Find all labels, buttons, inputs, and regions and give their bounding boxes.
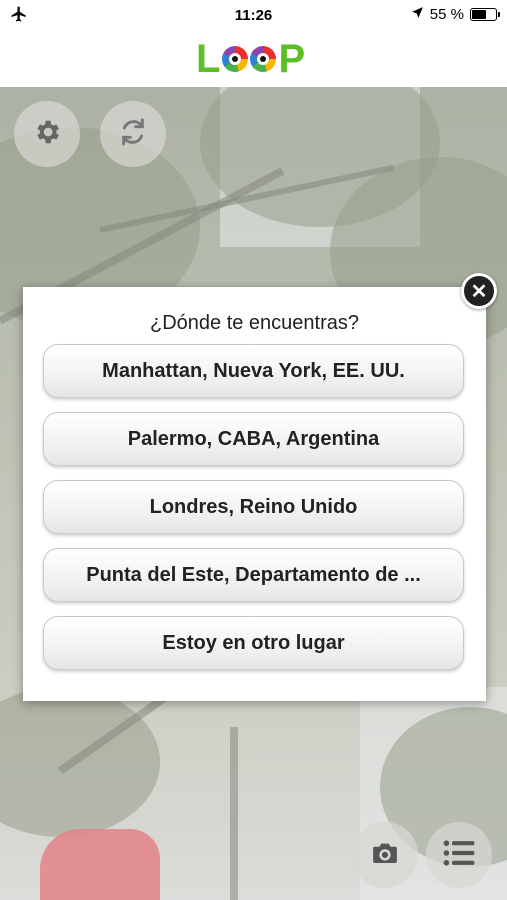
- refresh-button[interactable]: [100, 101, 166, 167]
- list-icon: [442, 839, 476, 872]
- app-header: L P: [0, 30, 507, 87]
- list-button[interactable]: [426, 822, 492, 888]
- option-manhattan[interactable]: Manhattan, Nueva York, EE. UU.: [43, 344, 464, 398]
- logo-eye-right: [250, 46, 277, 72]
- option-palermo[interactable]: Palermo, CABA, Argentina: [43, 412, 464, 466]
- settings-button[interactable]: [14, 101, 80, 167]
- refresh-icon: [117, 116, 149, 153]
- battery-percent: 55 %: [429, 6, 464, 23]
- battery-icon: [470, 8, 500, 21]
- camera-button[interactable]: [352, 822, 418, 888]
- status-bar: 11:26 55 %: [0, 0, 507, 30]
- close-icon: ✕: [470, 280, 488, 303]
- status-right-group: 55 %: [411, 6, 500, 23]
- location-arrow-icon: [411, 6, 424, 23]
- loop-logo: L P: [196, 38, 312, 80]
- dialog-title: ¿Dónde te encuentras?: [149, 312, 360, 334]
- battery-fill: [472, 10, 486, 19]
- location-dialog: ¿Dónde te encuentras? Manhattan, Nueva Y…: [23, 287, 486, 701]
- close-dialog-button[interactable]: ✕: [461, 273, 497, 309]
- option-londres[interactable]: Londres, Reino Unido: [43, 480, 464, 534]
- logo-letter-p: P: [278, 37, 306, 81]
- gear-icon: [32, 117, 62, 152]
- logo-eye-left: [222, 46, 249, 72]
- logo-letter-l: L: [196, 37, 221, 81]
- option-punta-del-este[interactable]: Punta del Este, Departamento de ...: [43, 548, 464, 602]
- camera-icon: [368, 838, 402, 873]
- option-otro-lugar[interactable]: Estoy en otro lugar: [43, 616, 464, 670]
